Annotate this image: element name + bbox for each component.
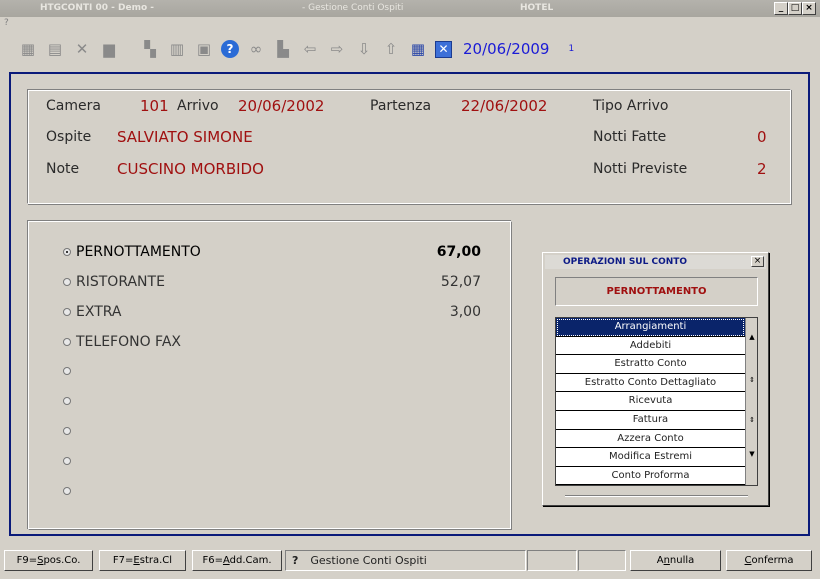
toolbar-date: 20/06/2009: [463, 40, 550, 58]
binoculars-icon[interactable]: ∞: [246, 39, 266, 59]
arrow-right-icon[interactable]: ⇨: [327, 39, 347, 59]
operations-dialog: OPERAZIONI SUL CONTO × PERNOTTAMENTO Arr…: [542, 252, 769, 506]
page-up-icon[interactable]: ⇕: [747, 376, 757, 384]
window-title-module: - Gestione Conti Ospiti: [302, 3, 404, 13]
operation-item[interactable]: Estratto Conto: [556, 355, 745, 374]
minimize-button[interactable]: _: [774, 2, 788, 15]
service-option[interactable]: RISTORANTE: [63, 274, 165, 290]
operation-item[interactable]: Arrangiamenti: [556, 318, 745, 337]
maximize-button[interactable]: □: [788, 2, 802, 15]
scroll-up-icon[interactable]: ▲: [747, 333, 757, 341]
operation-item[interactable]: Fattura: [556, 411, 745, 430]
arrow-up-icon[interactable]: ⇧: [381, 39, 401, 59]
title-bar: HTGCONTI 00 - Demo - - Gestione Conti Os…: [0, 0, 820, 17]
menu-help[interactable]: ?: [4, 18, 9, 28]
close-window-button[interactable]: ×: [802, 2, 816, 15]
service-option[interactable]: [63, 367, 71, 375]
operations-list[interactable]: Arrangiamenti Addebiti Estratto Conto Es…: [555, 317, 758, 486]
page-down-icon[interactable]: ⇕: [747, 416, 757, 424]
operation-item[interactable]: Addebiti: [556, 337, 745, 356]
bar-icon[interactable]: ▙: [273, 39, 293, 59]
partenza-value: 22/06/2002: [461, 97, 548, 115]
toolbar-counter: 1: [568, 44, 575, 54]
partenza-label: Partenza: [370, 98, 432, 114]
estra-cliente-button[interactable]: F7=Estra.Cl: [99, 550, 186, 571]
add-camera-button[interactable]: F6=Add.Cam.: [192, 550, 282, 571]
close-icon[interactable]: ✕: [435, 40, 452, 58]
status-panel-empty: [578, 550, 626, 571]
operation-item[interactable]: Azzera Conto: [556, 430, 745, 449]
service-label: PERNOTTAMENTO: [76, 244, 201, 260]
operation-item[interactable]: Conto Proforma: [556, 467, 745, 486]
service-option[interactable]: [63, 457, 71, 465]
scrollbar[interactable]: ▲ ⇕ ⇕ ▼: [745, 318, 757, 485]
window-title-app: HTGCONTI 00 - Demo -: [40, 3, 154, 13]
arrivo-label: Arrivo: [177, 98, 219, 114]
table-copy-icon[interactable]: ▤: [45, 39, 65, 59]
dialog-divider: [565, 495, 748, 497]
ospite-value: SALVIATO SIMONE: [117, 128, 253, 146]
current-service: PERNOTTAMENTO: [555, 277, 758, 306]
spos-conto-button[interactable]: F9=Spos.Co.: [4, 550, 93, 571]
delete-icon[interactable]: ✕: [72, 39, 92, 59]
radio-icon[interactable]: [63, 248, 71, 256]
toolbar: ▦ ▤ ✕ ▆ ▚ ▥ ▣ ? ∞ ▙ ⇦ ⇨ ⇩ ⇧ ▦ ✕ 20/06/20…: [18, 38, 574, 60]
camera-value: 101: [140, 97, 169, 115]
tipo-arrivo-label: Tipo Arrivo: [593, 98, 669, 114]
status-message-panel: ? Gestione Conti Ospiti: [285, 550, 526, 571]
service-option[interactable]: EXTRA: [63, 304, 121, 320]
nodes-icon[interactable]: ▚: [140, 39, 160, 59]
operation-item[interactable]: Estratto Conto Dettagliato: [556, 374, 745, 393]
radio-icon[interactable]: [63, 427, 71, 435]
notti-previste-value: 2: [757, 160, 767, 178]
operation-item[interactable]: Ricevuta: [556, 392, 745, 411]
note-value: CUSCINO MORBIDO: [117, 160, 264, 178]
service-option[interactable]: [63, 487, 71, 495]
print-icon[interactable]: ▆: [99, 39, 119, 59]
table-icon[interactable]: ▦: [18, 39, 38, 59]
service-label: RISTORANTE: [76, 274, 165, 290]
arrivo-value: 20/06/2002: [238, 97, 325, 115]
service-label: TELEFONO FAX: [76, 334, 181, 350]
annulla-button[interactable]: Annulla: [630, 550, 721, 571]
service-option[interactable]: TELEFONO FAX: [63, 334, 181, 350]
window-title-hotel: HOTEL: [520, 3, 554, 13]
radio-icon[interactable]: [63, 397, 71, 405]
radio-icon[interactable]: [63, 278, 71, 286]
radio-icon[interactable]: [63, 367, 71, 375]
operations-title: OPERAZIONI SUL CONTO: [545, 255, 766, 269]
image-icon[interactable]: ▣: [194, 39, 214, 59]
service-option[interactable]: PERNOTTAMENTO: [63, 244, 201, 260]
arrow-left-icon[interactable]: ⇦: [300, 39, 320, 59]
radio-icon[interactable]: [63, 487, 71, 495]
conferma-button[interactable]: Conferma: [726, 550, 812, 571]
notti-fatte-value: 0: [757, 128, 767, 146]
radio-icon[interactable]: [63, 338, 71, 346]
help-marker: ?: [292, 554, 299, 567]
services-panel: PERNOTTAMENTO 67,00 RISTORANTE 52,07 EXT…: [28, 221, 512, 530]
close-icon[interactable]: ×: [751, 256, 764, 267]
service-amount: 52,07: [440, 274, 481, 290]
notti-previste-label: Notti Previste: [593, 161, 688, 177]
calculator-icon[interactable]: ▦: [408, 39, 428, 59]
note-label: Note: [46, 161, 80, 177]
status-message: Gestione Conti Ospiti: [310, 554, 427, 567]
status-panel-empty: [527, 550, 577, 571]
form-icon[interactable]: ▥: [167, 39, 187, 59]
radio-icon[interactable]: [63, 308, 71, 316]
help-icon[interactable]: ?: [221, 40, 239, 58]
service-option[interactable]: [63, 427, 71, 435]
camera-label: Camera: [46, 98, 101, 114]
ospite-label: Ospite: [46, 129, 92, 145]
service-label: EXTRA: [76, 304, 122, 320]
notti-fatte-label: Notti Fatte: [593, 129, 667, 145]
service-amount: 67,00: [436, 244, 481, 260]
service-option[interactable]: [63, 397, 71, 405]
radio-icon[interactable]: [63, 457, 71, 465]
arrow-down-icon[interactable]: ⇩: [354, 39, 374, 59]
operation-item[interactable]: Modifica Estremi: [556, 448, 745, 467]
status-bar: F9=Spos.Co. F7=Estra.Cl F6=Add.Cam. ? Ges…: [0, 548, 820, 574]
service-amount: 3,00: [449, 304, 481, 320]
scroll-down-icon[interactable]: ▼: [747, 450, 757, 458]
